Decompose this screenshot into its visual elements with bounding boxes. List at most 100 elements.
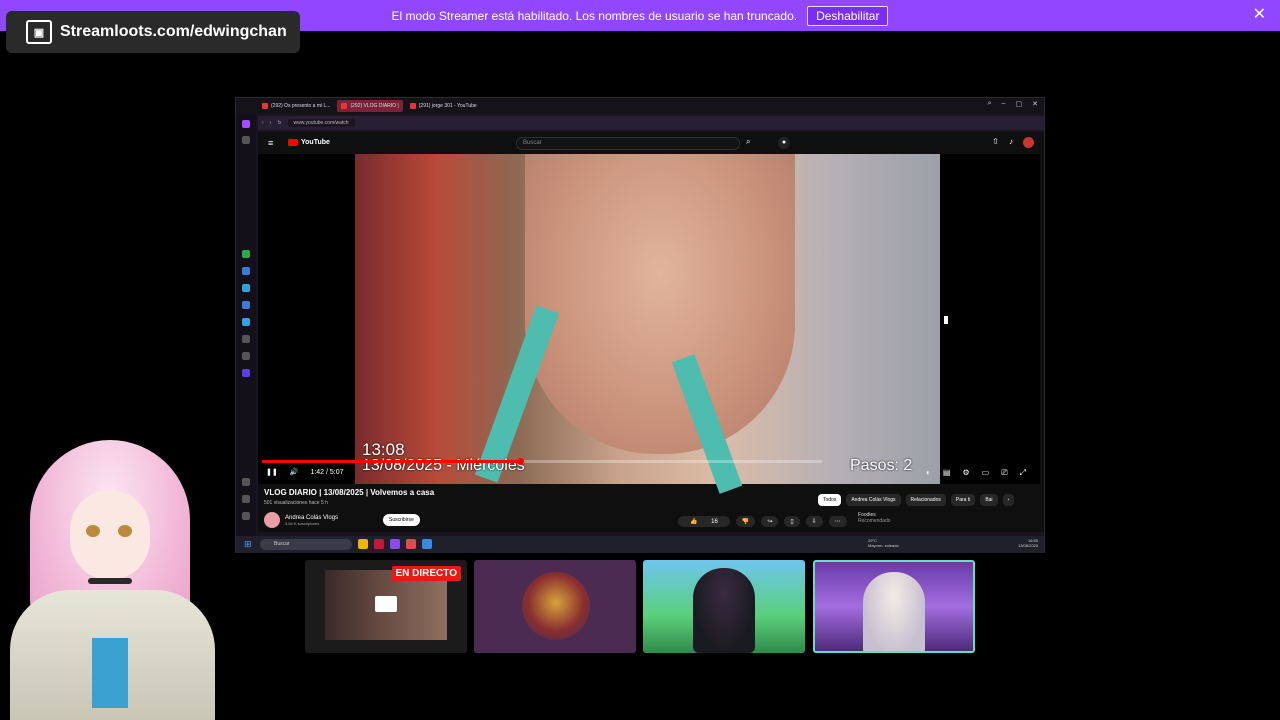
disable-button[interactable]: Deshabilitar bbox=[807, 5, 889, 26]
search-input[interactable]: Buscar bbox=[516, 137, 740, 150]
channel-avatar[interactable] bbox=[264, 512, 280, 528]
avatar-eye bbox=[86, 525, 100, 537]
url-field[interactable]: www.youtube.com/watch bbox=[287, 119, 355, 127]
chip[interactable]: Relacionados bbox=[905, 494, 946, 506]
subtitles-icon[interactable]: ▤ bbox=[943, 468, 951, 478]
youtube-tab-icon bbox=[341, 103, 348, 109]
progress-knob[interactable] bbox=[516, 458, 524, 465]
window-controls: ⌕ – ▢ ✕ bbox=[988, 100, 1038, 108]
weather-widget[interactable]: 29°C Mayorm. soleado bbox=[868, 538, 899, 548]
extension-icon[interactable] bbox=[242, 369, 250, 377]
recommended-item[interactable]: Foodies Recomendado bbox=[858, 512, 891, 524]
windows-start-icon[interactable]: ⊞ bbox=[244, 539, 252, 550]
pause-icon[interactable]: ❚❚ bbox=[266, 468, 278, 476]
view-count: 501 visualizaciones hace 5 h bbox=[264, 500, 328, 506]
whatsapp-icon[interactable] bbox=[242, 250, 250, 258]
browser-tab[interactable]: (291) jorge 301 - YouTube bbox=[406, 100, 481, 112]
discord-icon[interactable] bbox=[242, 301, 250, 309]
youtube-tab-icon bbox=[262, 103, 268, 109]
video-meta: VLOG DIARIO | 13/08/2025 | Volvemos a ca… bbox=[264, 488, 824, 506]
stream-thumbnail[interactable]: EN DIRECTO bbox=[305, 560, 467, 653]
tiktok-icon[interactable] bbox=[242, 335, 250, 343]
search-icon[interactable]: ⌕ bbox=[988, 100, 992, 108]
history-icon[interactable] bbox=[242, 495, 250, 503]
reload-icon[interactable]: ↻ bbox=[277, 120, 281, 126]
like-button[interactable]: 👍 16 bbox=[678, 516, 730, 527]
streamloots-card-icon: ▣ bbox=[26, 20, 52, 44]
forward-icon[interactable]: › bbox=[270, 120, 272, 126]
channel-row: Andrea Colás Vlogs 3,64 K suscriptores S… bbox=[264, 512, 420, 528]
fullscreen-icon[interactable]: ⤢ bbox=[1020, 468, 1026, 478]
save-icon[interactable]: ▯ bbox=[784, 516, 800, 527]
twitter-icon[interactable] bbox=[242, 318, 250, 326]
browser-tab-active[interactable]: (292) VLOG DIARIO | bbox=[337, 100, 403, 112]
tab-label: (292) Os presento a mi L... bbox=[271, 103, 331, 109]
microphone-icon[interactable]: ● bbox=[778, 137, 790, 149]
bell-icon[interactable]: ♪ bbox=[1009, 137, 1013, 148]
maximize-icon[interactable]: ▢ bbox=[1016, 100, 1023, 108]
address-bar: ‹ › ↻ www.youtube.com/watch bbox=[258, 116, 1044, 130]
vscode-icon[interactable] bbox=[422, 539, 432, 549]
cast-icon[interactable]: ⎚ bbox=[1001, 468, 1007, 478]
telegram-icon[interactable] bbox=[242, 284, 250, 292]
theater-icon[interactable]: ▭ bbox=[982, 468, 990, 478]
chevron-right-icon[interactable]: › bbox=[1002, 494, 1015, 506]
download-icon[interactable]: ⇩ bbox=[805, 516, 823, 527]
share-icon[interactable]: ↪ bbox=[761, 516, 779, 527]
back-icon[interactable]: ‹ bbox=[262, 120, 264, 126]
streamloots-widget: ▣ Streamloots.com/edwingchan bbox=[6, 11, 300, 53]
music-icon[interactable] bbox=[242, 352, 250, 360]
close-icon[interactable]: ✕ bbox=[1253, 7, 1266, 23]
channel-name[interactable]: Andrea Colás Vlogs bbox=[285, 515, 338, 521]
video-player[interactable]: 13:08 13/08/2025 - Miércoles Pasos: 2 ❚❚… bbox=[258, 154, 1040, 494]
clock[interactable]: 16:55 13/08/2025 bbox=[1018, 538, 1038, 548]
more-icon[interactable]: ⋯ bbox=[828, 516, 847, 527]
messenger-icon[interactable] bbox=[242, 267, 250, 275]
browser-capture: (292) Os presento a mi L... (292) VLOG D… bbox=[235, 97, 1045, 553]
chip[interactable]: Andrea Colás Vlogs bbox=[846, 494, 901, 506]
stream-thumbnail[interactable] bbox=[474, 560, 636, 653]
search-icon[interactable]: ⌕ bbox=[746, 137, 750, 147]
avatar[interactable] bbox=[1023, 137, 1034, 148]
home-icon[interactable] bbox=[242, 120, 250, 128]
player-controls-left: ❚❚ 🔊 1:42 / 5:07 bbox=[266, 468, 344, 477]
autoplay-toggle-icon[interactable]: ◐ bbox=[926, 468, 931, 478]
close-window-icon[interactable]: ✕ bbox=[1032, 100, 1038, 108]
file-explorer-icon[interactable] bbox=[358, 539, 368, 549]
streamer-avatar bbox=[522, 572, 590, 640]
star-icon[interactable] bbox=[242, 136, 250, 144]
video-title: VLOG DIARIO | 13/08/2025 | Volvemos a ca… bbox=[264, 488, 435, 497]
settings-icon[interactable]: ⚙ bbox=[962, 468, 969, 478]
obs-icon[interactable] bbox=[390, 539, 400, 549]
menu-icon[interactable]: ≡ bbox=[268, 138, 273, 148]
avatar-collar bbox=[92, 638, 128, 708]
tab-label: (291) jorge 301 - YouTube bbox=[418, 103, 477, 109]
chip[interactable]: Todos bbox=[818, 494, 842, 506]
progress-bar[interactable] bbox=[262, 458, 822, 465]
clock-date: 13/08/2025 bbox=[1017, 543, 1038, 548]
streamloots-text: Streamloots.com/edwingchan bbox=[60, 23, 287, 40]
app-icon[interactable] bbox=[406, 539, 416, 549]
subscribe-button[interactable]: Suscribirse bbox=[383, 514, 420, 526]
dislike-icon[interactable]: 👎 bbox=[735, 516, 756, 527]
opera-icon[interactable] bbox=[374, 539, 384, 549]
like-icon: 👍 bbox=[684, 517, 704, 527]
volume-icon[interactable]: 🔊 bbox=[290, 468, 299, 476]
chip[interactable]: Bai bbox=[980, 494, 998, 506]
chip[interactable]: Para ti bbox=[950, 494, 976, 506]
youtube-logo[interactable]: YouTube bbox=[288, 139, 330, 146]
player-controls-right: ◐ ▤ ⚙ ▭ ⎚ ⤢ bbox=[926, 468, 1026, 478]
monitor-icon bbox=[375, 596, 397, 612]
avatar-eye bbox=[118, 525, 132, 537]
related-chips: Todos Andrea Colás Vlogs Relacionados Pa… bbox=[818, 494, 1015, 506]
stream-thumbnail[interactable] bbox=[643, 560, 805, 653]
browser-tab[interactable]: (292) Os presento a mi L... bbox=[258, 100, 334, 112]
minimize-icon[interactable]: – bbox=[1002, 100, 1006, 108]
heart-icon[interactable] bbox=[242, 478, 250, 486]
upload-icon[interactable]: ⇧ bbox=[992, 137, 999, 148]
settings-icon[interactable] bbox=[242, 512, 250, 520]
youtube-header: ≡ YouTube Buscar ⌕ ● ⇧ ♪ bbox=[258, 132, 1044, 154]
taskbar-search[interactable]: Buscar bbox=[260, 539, 352, 550]
stream-thumbnail-selected[interactable] bbox=[813, 560, 975, 653]
avatar-face bbox=[70, 490, 150, 580]
